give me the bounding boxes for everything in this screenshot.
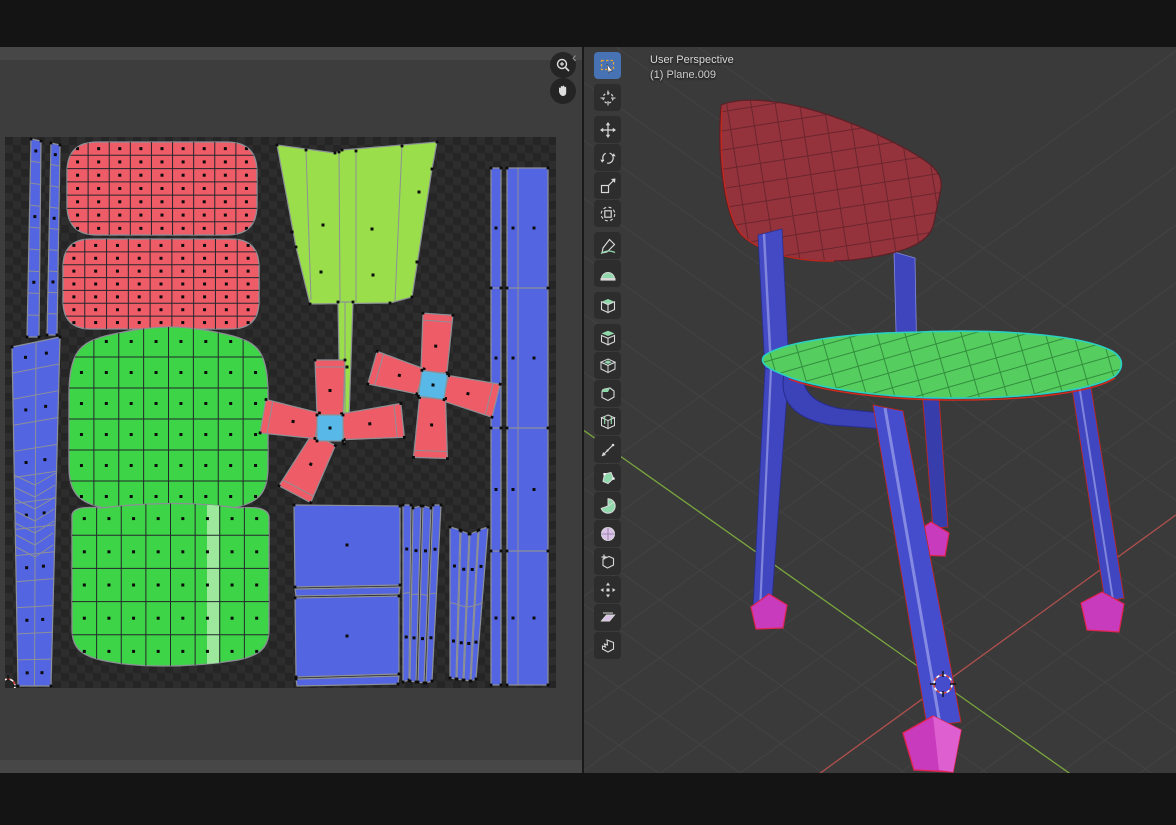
annotate-icon <box>600 238 616 254</box>
spin-tool-button[interactable] <box>594 492 621 519</box>
rotate-icon <box>600 150 616 166</box>
uv-editor-header <box>0 47 582 60</box>
leg-strip-island[interactable] <box>11 336 62 688</box>
transform-icon <box>600 206 616 222</box>
poly-build-tool-button[interactable] <box>594 464 621 491</box>
smooth-tool-button[interactable] <box>594 520 621 547</box>
poly-build-icon <box>600 470 616 486</box>
bottom-bar <box>0 773 1176 825</box>
bevel-icon <box>600 386 616 402</box>
spin-icon <box>600 498 616 514</box>
transform-tool-button[interactable] <box>594 200 621 227</box>
region-collapse-arrow[interactable]: ‹ <box>572 50 577 64</box>
leg-spike-b-island[interactable] <box>46 142 62 337</box>
uv-editor-pane: ‹ <box>0 47 582 773</box>
frame-squares-island[interactable] <box>293 504 402 686</box>
magnifier-plus-icon <box>555 57 571 73</box>
pan-gizmo-button[interactable] <box>550 78 576 104</box>
shrink-fatten-icon <box>600 582 616 598</box>
add-cube-tool-button[interactable] <box>594 292 621 319</box>
viewport-3d-pane: User Perspective (1) Plane.009 <box>582 47 1176 773</box>
scale-tool-button[interactable] <box>594 172 621 199</box>
pan-hand-icon <box>555 83 571 99</box>
top-bar <box>0 0 1176 47</box>
add-cube-icon <box>600 298 616 314</box>
knife-icon <box>600 442 616 458</box>
edge-slide-tool-button[interactable] <box>594 548 621 575</box>
knife-tool-button[interactable] <box>594 436 621 463</box>
rip-region-tool-button[interactable] <box>594 632 621 659</box>
uv-editor-footer <box>0 760 582 773</box>
inset-icon <box>600 358 616 374</box>
scale-icon <box>600 178 616 194</box>
uv-2d-cursor <box>5 675 19 688</box>
cursor-tool-button[interactable] <box>594 84 621 111</box>
select-box-tool-button[interactable] <box>594 52 621 79</box>
uv-canvas[interactable] <box>5 137 556 688</box>
rip-region-icon <box>600 638 616 654</box>
loop-cut-icon <box>600 414 616 430</box>
blender-window: ‹ User Perspective (1) Plane.009 <box>0 0 1176 825</box>
cursor-icon <box>600 90 616 106</box>
measure-tool-button[interactable] <box>594 260 621 287</box>
shear-tool-button[interactable] <box>594 604 621 631</box>
loop-cut-tool-button[interactable] <box>594 408 621 435</box>
backrest-back-island[interactable] <box>63 239 259 329</box>
extrude-tool-button[interactable] <box>594 324 621 351</box>
shear-icon <box>600 610 616 626</box>
seat-bottom-island[interactable] <box>72 502 269 668</box>
smooth-icon <box>600 526 616 542</box>
backrest-side-island[interactable] <box>276 141 439 446</box>
backrest-front-island[interactable] <box>67 142 257 235</box>
extrude-icon <box>600 330 616 346</box>
measure-icon <box>600 266 616 282</box>
viewport-canvas[interactable] <box>584 47 1176 773</box>
bevel-tool-button[interactable] <box>594 380 621 407</box>
frame-bars-island[interactable] <box>490 167 550 687</box>
inset-tool-button[interactable] <box>594 352 621 379</box>
move-tool-button[interactable] <box>594 116 621 143</box>
leg-spike-a-island[interactable] <box>26 138 43 339</box>
annotate-tool-button[interactable] <box>594 232 621 259</box>
rotate-tool-button[interactable] <box>594 144 621 171</box>
move-icon <box>600 122 616 138</box>
foot-cap-cross-a-island[interactable] <box>357 303 511 470</box>
shrink-fatten-tool-button[interactable] <box>594 576 621 603</box>
select-box-icon <box>600 58 616 74</box>
seat-top-island[interactable] <box>69 326 268 514</box>
edge-slide-icon <box>600 554 616 570</box>
tool-shelf <box>594 52 621 660</box>
